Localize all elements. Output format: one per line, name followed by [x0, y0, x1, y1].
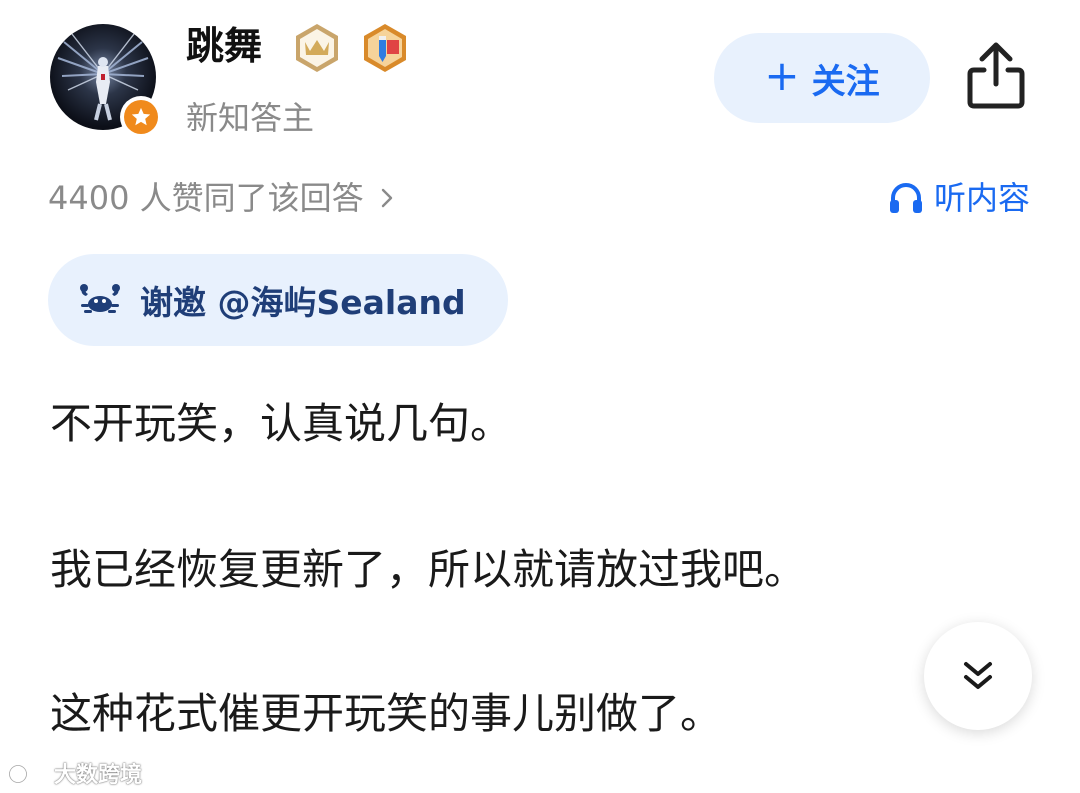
- watermark-text: 大数跨境: [54, 763, 143, 788]
- answer-paragraph: 我已经恢复更新了，所以就请放过我吧。: [50, 545, 807, 594]
- crab-icon: [80, 284, 120, 313]
- answer-paragraph: 不开玩笑，认真说几句。: [50, 399, 513, 448]
- avatar-badge: [120, 96, 162, 138]
- star-badge-icon: [131, 107, 151, 126]
- crown-badge-icon[interactable]: [291, 22, 343, 74]
- double-chevron-down-icon: [964, 662, 992, 689]
- pencil-badge-icon[interactable]: [359, 22, 411, 74]
- invite-text: 谢邀 @海屿Sealand: [140, 283, 466, 322]
- expand-button[interactable]: [924, 622, 1032, 730]
- answer-paragraph: 这种花式催更开玩笑的事儿别做了。: [50, 689, 723, 738]
- share-icon[interactable]: [964, 40, 1028, 110]
- chevron-right-icon: [381, 188, 392, 208]
- author-name[interactable]: 跳舞: [186, 20, 262, 72]
- invite-chip[interactable]: 谢邀 @海屿Sealand: [48, 254, 508, 346]
- follow-label: 关注: [811, 61, 880, 102]
- headphones-icon: [889, 183, 922, 213]
- watermark: 大数跨境: [8, 757, 142, 789]
- upvote-summary[interactable]: 4400 人赞同了该回答: [48, 176, 394, 220]
- listen-button[interactable]: 听内容: [888, 176, 1030, 220]
- plus-icon: +: [764, 51, 800, 100]
- watermark-logo-icon: [9, 762, 49, 783]
- author-subtitle: 新知答主: [186, 99, 315, 137]
- follow-button[interactable]: + 关注: [714, 33, 930, 123]
- upvote-text: 4400 人赞同了该回答: [48, 179, 364, 217]
- listen-label: 听内容: [933, 179, 1030, 217]
